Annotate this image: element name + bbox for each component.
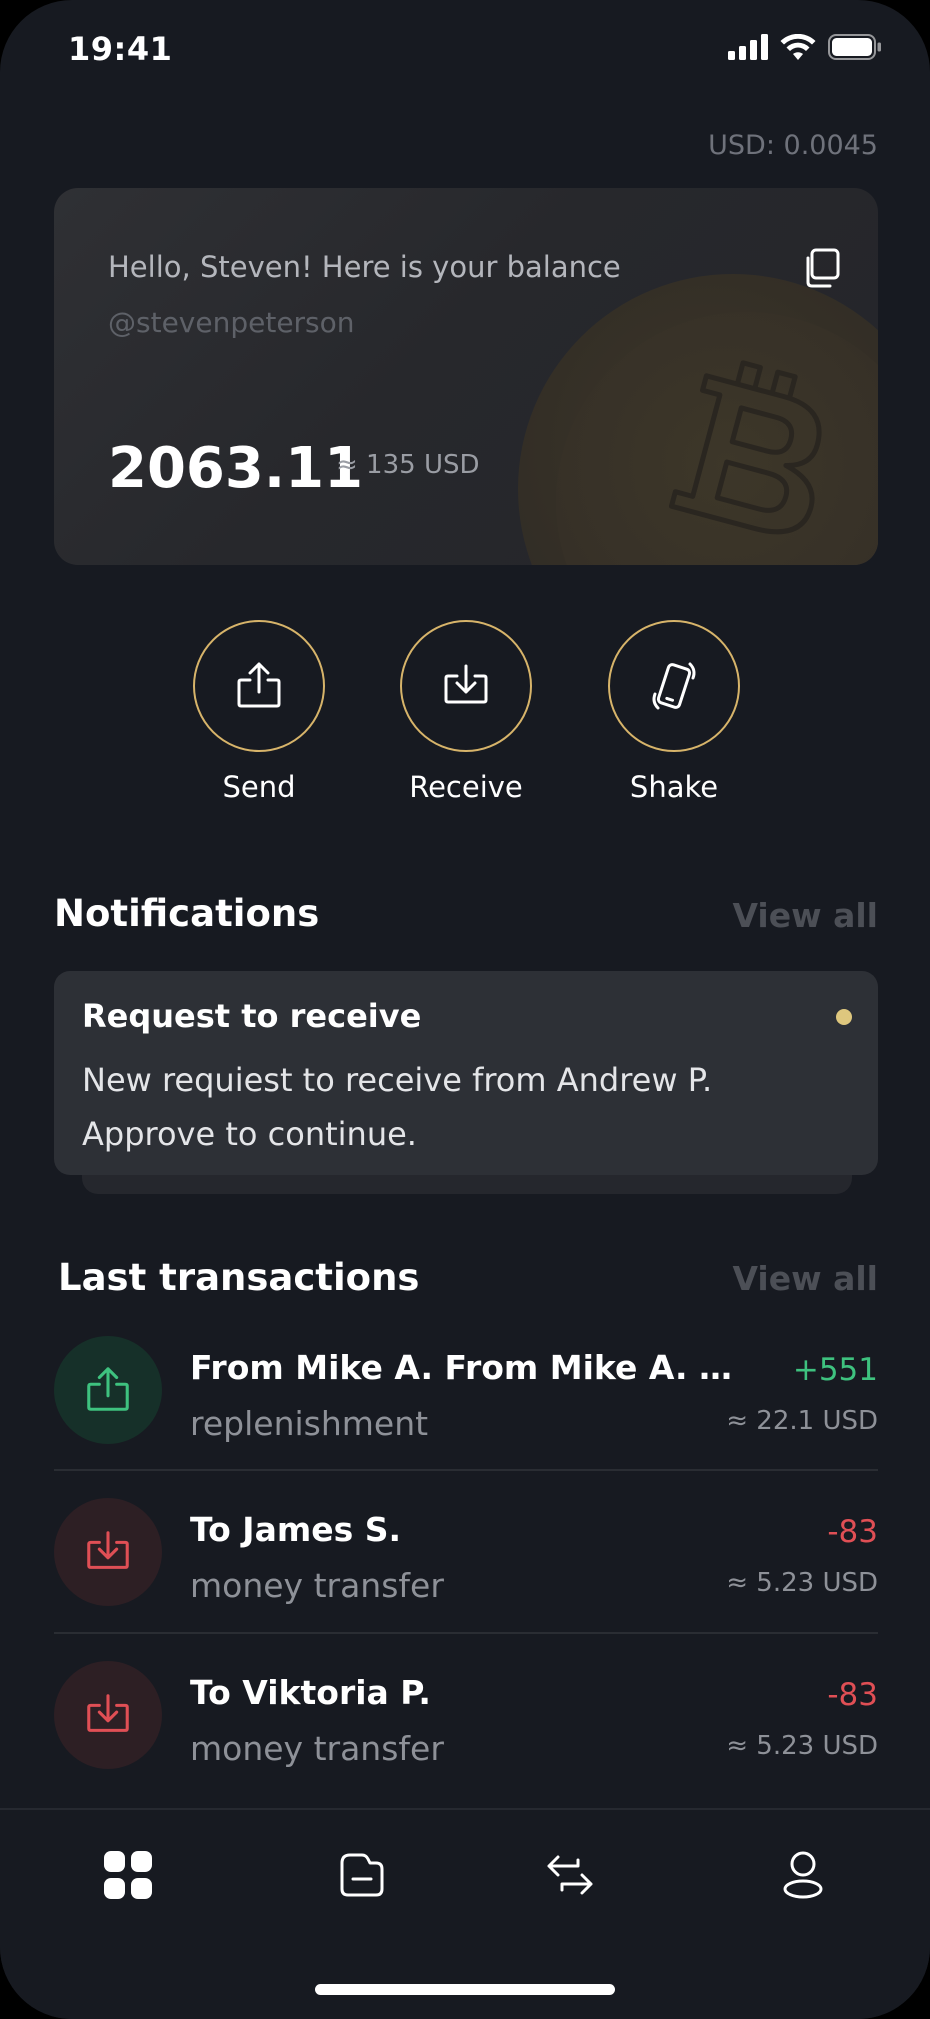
transaction-amount: -83 bbox=[827, 1677, 878, 1713]
notifications-view-all-link[interactable]: View all bbox=[732, 896, 878, 935]
notification-card[interactable]: Request to receive New requiest to recei… bbox=[54, 971, 878, 1175]
bitcoin-icon bbox=[668, 360, 822, 535]
transaction-row[interactable]: To Viktoria P. money transfer -83 ≈ 5.23… bbox=[54, 1643, 878, 1805]
transactions-view-all-link[interactable]: View all bbox=[732, 1259, 878, 1298]
nav-profile[interactable] bbox=[768, 1840, 838, 1910]
nav-exchange[interactable] bbox=[535, 1840, 605, 1910]
battery-icon bbox=[828, 34, 881, 60]
signal-icon bbox=[728, 34, 768, 60]
balance-amount: 2063.11 bbox=[108, 436, 364, 501]
phone-screen: 19:41 USD: 0.0045 Hello, Steven! Here is… bbox=[0, 0, 930, 2019]
upload-icon bbox=[87, 1367, 129, 1411]
download-icon bbox=[87, 1694, 129, 1732]
shake-phone-icon bbox=[652, 662, 696, 710]
transaction-type: money transfer bbox=[190, 1729, 444, 1768]
transaction-amount: -83 bbox=[827, 1514, 878, 1550]
home-indicator bbox=[315, 1984, 615, 1995]
balance-usd: ≈ 135 USD bbox=[336, 450, 480, 480]
divider bbox=[54, 1469, 878, 1471]
unread-dot-icon bbox=[836, 1009, 852, 1025]
send-circle[interactable] bbox=[193, 620, 325, 752]
status-icons bbox=[728, 34, 882, 60]
transactions-title: Last transactions bbox=[58, 1256, 420, 1299]
download-icon bbox=[87, 1531, 129, 1569]
shake-circle[interactable] bbox=[608, 620, 740, 752]
receive-circle[interactable] bbox=[400, 620, 532, 752]
transaction-type: replenishment bbox=[190, 1404, 429, 1443]
transaction-usd: ≈ 5.23 USD bbox=[726, 1731, 878, 1761]
shake-label: Shake bbox=[629, 770, 719, 804]
send-button[interactable]: Send bbox=[179, 620, 339, 804]
transaction-type: money transfer bbox=[190, 1566, 444, 1605]
transaction-icon bbox=[54, 1336, 162, 1444]
dashboard-icon bbox=[104, 1851, 152, 1899]
wallet-icon bbox=[340, 1853, 384, 1897]
transaction-row[interactable]: From Mike A. From Mike A. From Mike A. r… bbox=[54, 1318, 878, 1480]
balance-card: Hello, Steven! Here is your balance @ste… bbox=[54, 188, 878, 565]
transaction-usd: ≈ 22.1 USD bbox=[726, 1406, 878, 1436]
upload-icon bbox=[237, 662, 281, 708]
wifi-icon bbox=[780, 34, 816, 60]
transaction-amount: +551 bbox=[792, 1352, 878, 1388]
transaction-icon bbox=[54, 1661, 162, 1769]
receive-label: Receive bbox=[409, 770, 523, 804]
status-bar: 19:41 bbox=[0, 0, 930, 100]
copy-icon bbox=[806, 248, 840, 288]
notification-text: New requiest to receive from Andrew P. A… bbox=[82, 1061, 713, 1153]
download-icon bbox=[444, 664, 488, 704]
shake-button[interactable]: Shake bbox=[594, 620, 754, 804]
username: @stevenpeterson bbox=[108, 306, 355, 339]
copy-button[interactable] bbox=[800, 246, 844, 290]
transaction-icon bbox=[54, 1498, 162, 1606]
notifications-title: Notifications bbox=[54, 892, 320, 935]
profile-icon bbox=[783, 1851, 823, 1899]
exchange-icon bbox=[547, 1855, 593, 1895]
balance-greeting: Hello, Steven! Here is your balance bbox=[108, 250, 621, 284]
transaction-row[interactable]: To James S. money transfer -83 ≈ 5.23 US… bbox=[54, 1480, 878, 1642]
send-label: Send bbox=[222, 770, 296, 804]
receive-button[interactable]: Receive bbox=[386, 620, 546, 804]
status-time: 19:41 bbox=[68, 30, 173, 68]
notification-title: Request to receive bbox=[82, 997, 422, 1035]
nav-dashboard[interactable] bbox=[93, 1840, 163, 1910]
transaction-name: From Mike A. From Mike A. From Mike A. bbox=[190, 1348, 750, 1387]
nav-wallet[interactable] bbox=[327, 1840, 397, 1910]
transaction-usd: ≈ 5.23 USD bbox=[726, 1568, 878, 1598]
divider bbox=[54, 1632, 878, 1634]
transaction-name: To Viktoria P. bbox=[190, 1673, 431, 1712]
usd-rate: USD: 0.0045 bbox=[708, 130, 878, 161]
transaction-name: To James S. bbox=[190, 1510, 402, 1549]
